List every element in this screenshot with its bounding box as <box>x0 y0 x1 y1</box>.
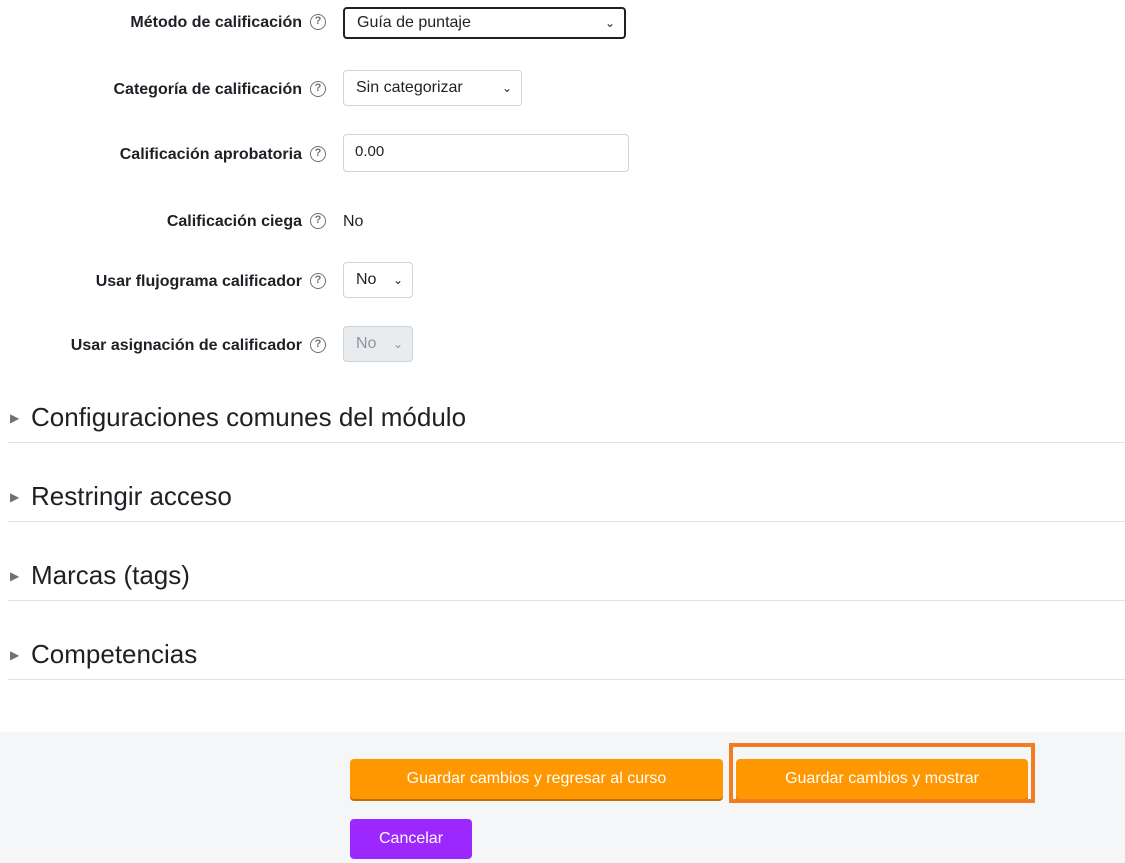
blind-marking-value: No <box>343 213 364 230</box>
section-title: Restringir acceso <box>31 481 232 511</box>
grade-category-value: Sin categorizar <box>356 79 463 96</box>
highlight-box <box>729 743 1035 803</box>
marking-workflow-label: Usar flujograma calificador <box>95 273 302 290</box>
grading-method-select[interactable]: Guía de puntaje ⌄ <box>343 7 626 39</box>
marking-allocation-row: Usar asignación de calificador ? No ⌄ <box>0 326 1125 366</box>
help-icon[interactable]: ? <box>310 213 326 229</box>
section-title: Marcas (tags) <box>31 560 190 590</box>
grading-method-value: Guía de puntaje <box>357 14 471 31</box>
chevron-down-icon: ⌄ <box>501 81 512 95</box>
section-title: Configuraciones comunes del módulo <box>31 402 467 432</box>
marking-workflow-select[interactable]: No ⌄ <box>343 262 413 298</box>
marking-allocation-select: No ⌄ <box>343 326 413 362</box>
caret-right-icon: ▶ <box>10 490 20 504</box>
marking-workflow-value: No <box>356 271 377 288</box>
grading-method-row: Método de calificación ? Guía de puntaje… <box>0 3 1125 43</box>
help-icon[interactable]: ? <box>310 81 326 97</box>
help-icon[interactable]: ? <box>310 273 326 289</box>
grade-to-pass-label: Calificación aprobatoria <box>119 146 302 163</box>
section-restrict-access[interactable]: ▶ Restringir acceso <box>8 478 1125 522</box>
grade-category-row: Categoría de calificación ? Sin categori… <box>0 70 1125 110</box>
help-icon[interactable]: ? <box>310 14 326 30</box>
save-and-return-button[interactable]: Guardar cambios y regresar al curso <box>350 759 723 799</box>
blind-marking-row: Calificación ciega ? No <box>0 202 1125 242</box>
section-competencies[interactable]: ▶ Competencias <box>8 636 1125 680</box>
marking-workflow-row: Usar flujograma calificador ? No ⌄ <box>0 262 1125 302</box>
caret-right-icon: ▶ <box>10 411 20 425</box>
cancel-button[interactable]: Cancelar <box>350 819 472 859</box>
blind-marking-label: Calificación ciega <box>166 213 302 230</box>
chevron-down-icon: ⌄ <box>392 337 403 351</box>
help-icon[interactable]: ? <box>310 146 326 162</box>
marking-allocation-label: Usar asignación de calificador <box>70 337 302 354</box>
grade-category-select[interactable]: Sin categorizar ⌄ <box>343 70 522 106</box>
marking-allocation-value: No <box>356 335 377 352</box>
section-title: Competencias <box>31 639 198 669</box>
caret-right-icon: ▶ <box>10 569 20 583</box>
grade-to-pass-input[interactable]: 0.00 <box>343 134 629 172</box>
section-tags[interactable]: ▶ Marcas (tags) <box>8 557 1125 601</box>
help-icon[interactable]: ? <box>310 337 326 353</box>
chevron-down-icon: ⌄ <box>392 273 403 287</box>
grading-method-label: Método de calificación <box>130 14 302 31</box>
chevron-down-icon: ⌄ <box>604 16 615 30</box>
grade-to-pass-row: Calificación aprobatoria ? 0.00 <box>0 134 1125 175</box>
section-common-module-settings[interactable]: ▶ Configuraciones comunes del módulo <box>8 399 1125 443</box>
grade-category-label: Categoría de calificación <box>113 81 302 98</box>
caret-right-icon: ▶ <box>10 648 20 662</box>
